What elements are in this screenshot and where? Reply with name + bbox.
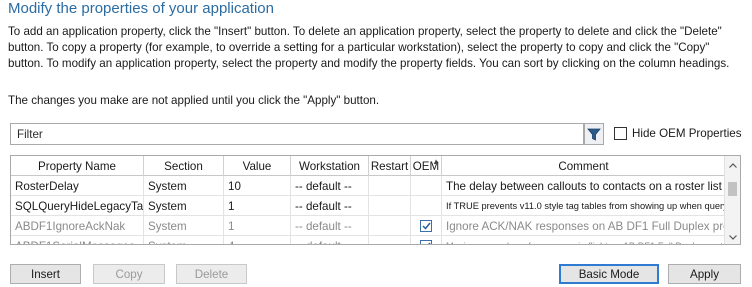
cell-property-name[interactable]: RosterDelay <box>11 176 144 196</box>
cell-oem[interactable] <box>411 236 442 244</box>
column-header-property-name[interactable]: Property Name <box>11 156 144 176</box>
oem-checkbox-checked[interactable] <box>420 220 432 232</box>
page-title: Modify the properties of your applicatio… <box>8 0 274 17</box>
cell-section[interactable]: System <box>144 216 224 236</box>
cell-workstation[interactable]: -- default -- <box>291 196 369 216</box>
cell-workstation[interactable]: -- default -- <box>291 176 369 196</box>
scroll-up-icon[interactable] <box>725 158 740 172</box>
table-row[interactable]: ABDF1SerialMessagesSystem4-- default -- M… <box>11 236 725 244</box>
cell-restart[interactable] <box>369 216 411 236</box>
table-row[interactable]: ABDF1IgnoreAckNak System 1 -- default -- Ign… <box>11 216 725 236</box>
copy-button[interactable]: Copy <box>93 264 165 284</box>
cell-value[interactable]: 1 <box>224 216 291 236</box>
cell-comment[interactable]: If TRUE prevents v11.0 style tag tables … <box>442 196 725 216</box>
sort-ascending-icon: ▲ <box>432 157 440 166</box>
grid-rows: RosterDelay System 10 -- default -- The dela… <box>11 176 725 244</box>
filter-button[interactable] <box>584 123 604 145</box>
hide-oem-checkbox[interactable] <box>614 127 627 140</box>
oem-checkbox-checked[interactable] <box>420 240 432 244</box>
cell-section[interactable]: System <box>144 236 224 244</box>
cell-property-name[interactable]: ABDF1SerialMessages <box>11 236 144 244</box>
instructions-text: To add an application property, click th… <box>8 25 730 70</box>
cell-oem[interactable] <box>411 196 442 216</box>
apply-note: The changes you make are not applied unt… <box>8 94 380 107</box>
cell-oem[interactable] <box>411 176 442 196</box>
scroll-thumb[interactable] <box>728 182 737 196</box>
hide-oem-label: Hide OEM Properties <box>632 127 742 140</box>
cell-section[interactable]: System <box>144 176 224 196</box>
vertical-scrollbar[interactable] <box>724 156 740 244</box>
properties-grid[interactable]: Property Name Section Value Workstation … <box>10 155 741 245</box>
cell-comment[interactable]: Maximum number of messages in flight on … <box>442 236 725 244</box>
funnel-icon <box>587 128 601 141</box>
cell-value[interactable]: 10 <box>224 176 291 196</box>
column-header-value[interactable]: Value <box>224 156 291 176</box>
table-row[interactable]: RosterDelay System 10 -- default -- The dela… <box>11 176 725 196</box>
column-header-oem[interactable]: OEM ▲ <box>411 156 442 176</box>
cell-section[interactable]: System <box>144 196 224 216</box>
cell-property-name[interactable]: ABDF1IgnoreAckNak <box>11 216 144 236</box>
column-header-restart[interactable]: Restart <box>369 156 411 176</box>
cell-oem[interactable] <box>411 216 442 236</box>
cell-value[interactable]: 1 <box>224 196 291 216</box>
column-header-section[interactable]: Section <box>144 156 224 176</box>
column-header-comment[interactable]: Comment <box>442 156 725 176</box>
cell-workstation[interactable]: -- default -- <box>291 216 369 236</box>
cell-comment[interactable]: The delay between callouts to contacts o… <box>442 176 725 196</box>
apply-button[interactable]: Apply <box>668 264 741 284</box>
cell-comment[interactable]: Ignore ACK/NAK responses on AB DF1 Full … <box>442 216 725 236</box>
cell-restart[interactable] <box>369 196 411 216</box>
insert-button[interactable]: Insert <box>10 264 81 284</box>
filter-input[interactable] <box>10 123 584 145</box>
hide-oem-toggle[interactable]: Hide OEM Properties <box>614 127 742 140</box>
delete-button[interactable]: Delete <box>176 264 247 284</box>
table-row[interactable]: SQLQueryHideLegacyTablesSystem1-- defaul… <box>11 196 725 216</box>
cell-value[interactable]: 4 <box>224 236 291 244</box>
column-header-workstation[interactable]: Workstation <box>291 156 369 176</box>
cell-restart[interactable] <box>369 176 411 196</box>
cell-property-name[interactable]: SQLQueryHideLegacyTables <box>11 196 144 216</box>
grid-header: Property Name Section Value Workstation … <box>11 156 725 176</box>
cell-restart[interactable] <box>369 236 411 244</box>
basic-mode-button[interactable]: Basic Mode <box>559 264 659 284</box>
scroll-down-icon[interactable] <box>725 230 740 244</box>
cell-workstation[interactable]: -- default -- <box>291 236 369 244</box>
